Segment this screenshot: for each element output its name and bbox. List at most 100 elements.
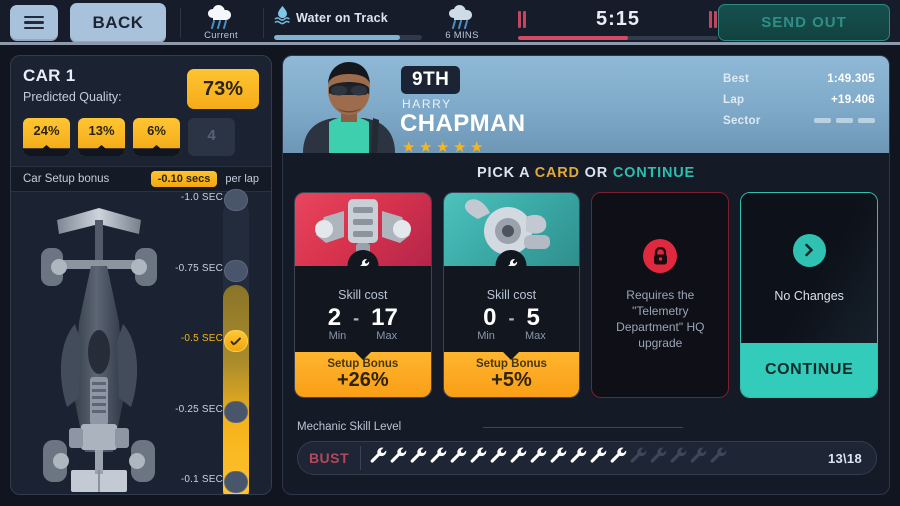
min-label: Min <box>477 330 495 342</box>
skill-wrench-track <box>361 446 828 470</box>
quality-badge-value: 13% <box>88 123 115 138</box>
continue-button[interactable]: CONTINUE <box>741 343 877 397</box>
setup-ladder-fill <box>223 285 249 494</box>
setup-ladder-knob[interactable] <box>224 400 248 423</box>
setup-ladder-knob[interactable] <box>224 189 248 211</box>
min-label: Min <box>328 330 347 342</box>
upgrade-card-1[interactable]: Skill cost 2 - 17 Min Max Setup Bonus +2… <box>294 192 432 398</box>
driver-stats: Best 1:49.305 Lap +19.406 Sector <box>723 68 875 131</box>
send-out-button[interactable]: SEND OUT <box>718 4 890 41</box>
locked-card: Requires the "Telemetry Department" HQ u… <box>591 192 730 398</box>
car-setup-panel: CAR 1 Predicted Quality: 73% 24% 13% 6% … <box>10 55 272 495</box>
game-screen: BACK Current Water on Track 6 MINS 5:15 … <box>0 0 900 506</box>
upgrade-card-2[interactable]: Skill cost 0 - 5 Min Max Setup Bonus +5% <box>442 192 581 398</box>
setup-ladder-stop[interactable]: -1.0 SEC <box>161 189 271 211</box>
card-footer: Setup Bonus +5% <box>443 352 580 397</box>
lock-icon <box>643 239 678 273</box>
skill-cost-dash: - <box>353 307 360 328</box>
card-footer: Setup Bonus +26% <box>295 352 431 397</box>
card-artwork <box>295 193 431 266</box>
quality-total-badge: 73% <box>187 69 259 109</box>
mechanic-skill-label: Mechanic Skill Level <box>297 421 402 433</box>
skill-cost-min: 0 <box>483 304 497 331</box>
pick-card-word: CARD <box>534 165 580 181</box>
back-button[interactable]: BACK <box>70 2 166 43</box>
track-condition-bar <box>274 34 422 40</box>
locked-card-message: Requires the "Telemetry Department" HQ u… <box>616 288 705 350</box>
rain-cloud-icon <box>204 4 238 29</box>
divider <box>263 7 264 38</box>
driver-header: 9TH HARRY CHAPMAN ★ ★ ★ ★ ★ Best 1:49.305 La… <box>283 56 889 153</box>
wrench-icon <box>649 446 668 470</box>
setup-bonus-footer-value: +26% <box>336 369 389 391</box>
continue-card-top: No Changes <box>741 193 877 343</box>
setup-ladder-label: -1.0 SEC <box>180 192 223 203</box>
track-condition-label: Water on Track <box>296 10 388 25</box>
back-button-label: BACK <box>92 12 144 32</box>
card-selection-panel: 9TH HARRY CHAPMAN ★ ★ ★ ★ ★ Best 1:49.305 La… <box>282 55 890 495</box>
wrench-icon <box>569 446 588 470</box>
setup-ladder-stop[interactable]: -0.25 SEC <box>161 400 271 423</box>
water-droplet-icon <box>274 5 291 30</box>
stat-key: Lap <box>723 93 745 106</box>
send-out-label: SEND OUT <box>761 14 847 31</box>
wrench-icon <box>369 446 388 470</box>
setup-ladder-stop[interactable]: -0.75 SEC <box>161 259 271 282</box>
wrench-icon <box>609 446 628 470</box>
check-icon <box>230 337 242 346</box>
setup-ladder-label: -0.25 SEC <box>175 403 223 415</box>
wrench-icon <box>629 446 648 470</box>
sector-indicators <box>814 118 875 123</box>
wrench-icon <box>409 446 428 470</box>
setup-ladder: -1.0 SEC -0.75 SEC -0.5 SEC -0.25 SEC -0.1 S… <box>161 189 271 494</box>
forecast-weather-label: 6 MINS <box>445 29 479 41</box>
driver-last-name: CHAPMAN <box>400 110 526 137</box>
wrench-icon <box>449 446 468 470</box>
stat-value: +19.406 <box>831 93 875 106</box>
setup-ladder-stop[interactable]: -0.5 SEC <box>161 330 271 352</box>
hamburger-menu-icon <box>24 13 44 33</box>
bust-label: BUST <box>308 450 350 466</box>
sector-segment <box>858 118 875 123</box>
star-icon: ★ <box>436 139 450 153</box>
skill-count: 13\18 <box>827 450 862 466</box>
pick-middle: OR <box>579 165 613 181</box>
wrench-icon <box>509 446 528 470</box>
skill-cost-max: 5 <box>526 304 540 331</box>
wrench-icon <box>709 446 728 470</box>
pick-a-card-title: PICK A CARD OR CONTINUE <box>283 153 889 181</box>
current-weather-label: Current <box>204 29 238 41</box>
card-list: Skill cost 2 - 17 Min Max Setup Bonus +2… <box>283 181 889 398</box>
stat-value: 1:49.305 <box>827 72 875 85</box>
forecast-weather: 6 MINS <box>434 4 490 41</box>
wrench-icon <box>669 446 688 470</box>
rain-cloud-icon <box>445 4 479 29</box>
wrench-icon <box>469 446 488 470</box>
setup-ladder-knob[interactable] <box>224 330 248 352</box>
driver-position: 9TH <box>401 66 461 94</box>
current-weather: Current <box>193 4 249 41</box>
wrench-icon <box>689 446 708 470</box>
divider <box>180 7 181 38</box>
quality-badge-empty: 4 <box>188 118 235 156</box>
f1-car-topdown-icon <box>41 208 157 492</box>
setup-ladder-stop[interactable]: -0.1 SEC <box>161 471 271 493</box>
track-condition: Water on Track <box>274 5 422 40</box>
setup-ladder-knob[interactable] <box>224 471 248 493</box>
star-icon: ★ <box>419 139 433 153</box>
stat-row: Sector <box>723 110 875 131</box>
setup-ladder-label: -0.5 SEC <box>180 333 223 344</box>
wrench-icon <box>589 446 608 470</box>
menu-button[interactable] <box>10 4 58 41</box>
continue-card[interactable]: No Changes CONTINUE <box>740 192 878 398</box>
setup-ladder-knob[interactable] <box>224 259 248 282</box>
card-artwork <box>443 193 580 266</box>
car-header: CAR 1 Predicted Quality: 73% <box>11 56 271 112</box>
wrench-icon <box>359 259 369 266</box>
race-timer: 5:15 <box>518 5 718 40</box>
pause-icon <box>518 10 527 28</box>
stat-row: Lap +19.406 <box>723 89 875 110</box>
quality-badge: 24% <box>23 118 70 156</box>
divider <box>483 427 683 428</box>
skill-cost-label: Skill cost <box>486 288 537 302</box>
